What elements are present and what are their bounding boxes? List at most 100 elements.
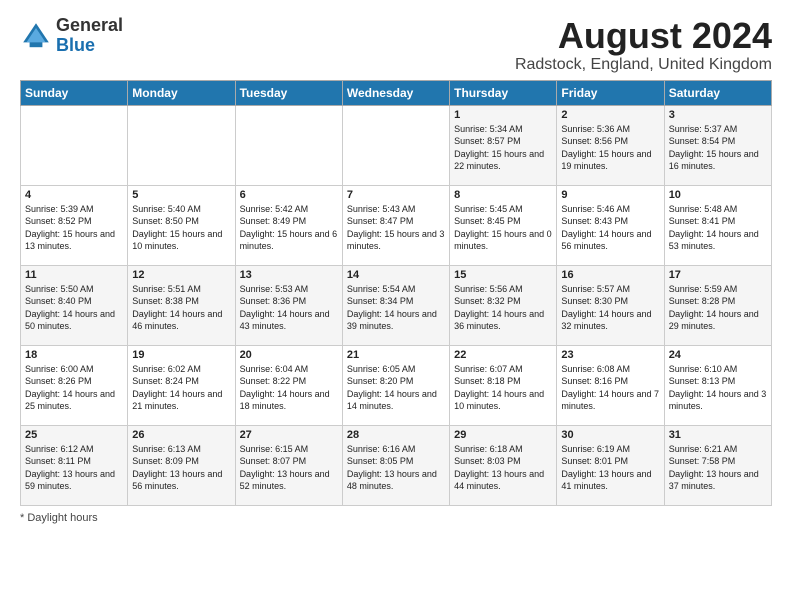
day-info: Sunrise: 5:56 AM Sunset: 8:32 PM Dayligh… [454, 283, 552, 333]
day-cell: 9Sunrise: 5:46 AM Sunset: 8:43 PM Daylig… [557, 185, 664, 265]
day-info: Sunrise: 6:07 AM Sunset: 8:18 PM Dayligh… [454, 363, 552, 413]
day-number: 7 [347, 189, 445, 201]
day-info: Sunrise: 6:08 AM Sunset: 8:16 PM Dayligh… [561, 363, 659, 413]
day-info: Sunrise: 5:34 AM Sunset: 8:57 PM Dayligh… [454, 123, 552, 173]
day-info: Sunrise: 5:51 AM Sunset: 8:38 PM Dayligh… [132, 283, 230, 333]
day-number: 29 [454, 429, 552, 441]
day-cell: 6Sunrise: 5:42 AM Sunset: 8:49 PM Daylig… [235, 185, 342, 265]
day-info: Sunrise: 5:36 AM Sunset: 8:56 PM Dayligh… [561, 123, 659, 173]
day-info: Sunrise: 6:05 AM Sunset: 8:20 PM Dayligh… [347, 363, 445, 413]
header: General Blue August 2024 Radstock, Engla… [20, 16, 772, 74]
day-number: 14 [347, 269, 445, 281]
day-info: Sunrise: 6:04 AM Sunset: 8:22 PM Dayligh… [240, 363, 338, 413]
header-row: SundayMondayTuesdayWednesdayThursdayFrid… [21, 80, 772, 105]
day-info: Sunrise: 6:19 AM Sunset: 8:01 PM Dayligh… [561, 443, 659, 493]
column-header-friday: Friday [557, 80, 664, 105]
day-number: 4 [25, 189, 123, 201]
week-row-3: 11Sunrise: 5:50 AM Sunset: 8:40 PM Dayli… [21, 265, 772, 345]
day-number: 17 [669, 269, 767, 281]
day-cell: 15 Sunrise: 5:56 AM Sunset: 8:32 PM Dayli… [450, 265, 557, 345]
day-number: 19 [132, 349, 230, 361]
column-header-saturday: Saturday [664, 80, 771, 105]
day-cell: 17 Sunrise: 5:59 AM Sunset: 8:28 PM Dayli… [664, 265, 771, 345]
day-cell: 28 Sunrise: 6:16 AM Sunset: 8:05 PM Dayli… [342, 425, 449, 505]
day-cell [128, 105, 235, 185]
day-number: 30 [561, 429, 659, 441]
day-number: 11 [25, 269, 123, 281]
day-info: Sunrise: 5:48 AM Sunset: 8:41 PM Dayligh… [669, 203, 767, 253]
day-cell: 21Sunrise: 6:05 AM Sunset: 8:20 PM Dayli… [342, 345, 449, 425]
day-cell: 30 Sunrise: 6:19 AM Sunset: 8:01 PM Dayli… [557, 425, 664, 505]
day-info: Sunrise: 5:57 AM Sunset: 8:30 PM Dayligh… [561, 283, 659, 333]
day-info: Sunrise: 5:53 AM Sunset: 8:36 PM Dayligh… [240, 283, 338, 333]
calendar-table: SundayMondayTuesdayWednesdayThursdayFrid… [20, 80, 772, 506]
day-cell: 13 Sunrise: 5:53 AM Sunset: 8:36 PM Dayli… [235, 265, 342, 345]
day-cell: 25Sunrise: 6:12 AM Sunset: 8:11 PM Dayli… [21, 425, 128, 505]
day-info: Sunrise: 6:02 AM Sunset: 8:24 PM Dayligh… [132, 363, 230, 413]
day-number: 24 [669, 349, 767, 361]
day-number: 16 [561, 269, 659, 281]
day-cell: 24Sunrise: 6:10 AM Sunset: 8:13 PM Dayli… [664, 345, 771, 425]
day-number: 15 [454, 269, 552, 281]
day-info: Sunrise: 5:39 AM Sunset: 8:52 PM Dayligh… [25, 203, 123, 253]
day-cell: 26Sunrise: 6:13 AM Sunset: 8:09 PM Dayli… [128, 425, 235, 505]
day-number: 22 [454, 349, 552, 361]
day-info: Sunrise: 6:16 AM Sunset: 8:05 PM Dayligh… [347, 443, 445, 493]
week-row-5: 25Sunrise: 6:12 AM Sunset: 8:11 PM Dayli… [21, 425, 772, 505]
day-cell: 16 Sunrise: 5:57 AM Sunset: 8:30 PM Dayli… [557, 265, 664, 345]
logo-text: General Blue [56, 16, 123, 56]
day-number: 3 [669, 109, 767, 121]
day-number: 31 [669, 429, 767, 441]
day-info: Sunrise: 6:00 AM Sunset: 8:26 PM Dayligh… [25, 363, 123, 413]
day-cell: 3 Sunrise: 5:37 AM Sunset: 8:54 PM Daylig… [664, 105, 771, 185]
day-number: 23 [561, 349, 659, 361]
day-info: Sunrise: 5:59 AM Sunset: 8:28 PM Dayligh… [669, 283, 767, 333]
day-info: Sunrise: 5:45 AM Sunset: 8:45 PM Dayligh… [454, 203, 552, 253]
day-cell [235, 105, 342, 185]
day-cell: 2 Sunrise: 5:36 AM Sunset: 8:56 PM Daylig… [557, 105, 664, 185]
day-cell: 10Sunrise: 5:48 AM Sunset: 8:41 PM Dayli… [664, 185, 771, 265]
day-info: Sunrise: 6:12 AM Sunset: 8:11 PM Dayligh… [25, 443, 123, 493]
day-cell: 19 Sunrise: 6:02 AM Sunset: 8:24 PM Dayli… [128, 345, 235, 425]
column-header-monday: Monday [128, 80, 235, 105]
day-cell: 5Sunrise: 5:40 AM Sunset: 8:50 PM Daylig… [128, 185, 235, 265]
title-block: August 2024 Radstock, England, United Ki… [515, 16, 772, 74]
footer-note: * Daylight hours [20, 512, 772, 524]
page: General Blue August 2024 Radstock, Engla… [0, 0, 792, 534]
logo-icon [20, 20, 52, 52]
day-info: Sunrise: 6:18 AM Sunset: 8:03 PM Dayligh… [454, 443, 552, 493]
column-header-sunday: Sunday [21, 80, 128, 105]
day-cell: 1 Sunrise: 5:34 AM Sunset: 8:57 PM Daylig… [450, 105, 557, 185]
day-number: 28 [347, 429, 445, 441]
day-info: Sunrise: 5:54 AM Sunset: 8:34 PM Dayligh… [347, 283, 445, 333]
day-number: 27 [240, 429, 338, 441]
day-info: Sunrise: 6:21 AM Sunset: 7:58 PM Dayligh… [669, 443, 767, 493]
day-cell: 22 Sunrise: 6:07 AM Sunset: 8:18 PM Dayli… [450, 345, 557, 425]
day-cell: 18Sunrise: 6:00 AM Sunset: 8:26 PM Dayli… [21, 345, 128, 425]
week-row-2: 4 Sunrise: 5:39 AM Sunset: 8:52 PM Daylig… [21, 185, 772, 265]
day-info: Sunrise: 5:37 AM Sunset: 8:54 PM Dayligh… [669, 123, 767, 173]
day-cell: 14 Sunrise: 5:54 AM Sunset: 8:34 PM Dayli… [342, 265, 449, 345]
day-cell [342, 105, 449, 185]
day-cell: 11Sunrise: 5:50 AM Sunset: 8:40 PM Dayli… [21, 265, 128, 345]
subtitle: Radstock, England, United Kingdom [515, 56, 772, 74]
day-info: Sunrise: 6:13 AM Sunset: 8:09 PM Dayligh… [132, 443, 230, 493]
logo: General Blue [20, 16, 123, 56]
day-number: 13 [240, 269, 338, 281]
day-number: 8 [454, 189, 552, 201]
day-info: Sunrise: 6:15 AM Sunset: 8:07 PM Dayligh… [240, 443, 338, 493]
main-title: August 2024 [515, 16, 772, 56]
day-info: Sunrise: 5:40 AM Sunset: 8:50 PM Dayligh… [132, 203, 230, 253]
day-cell: 8 Sunrise: 5:45 AM Sunset: 8:45 PM Daylig… [450, 185, 557, 265]
day-number: 2 [561, 109, 659, 121]
day-cell: 4 Sunrise: 5:39 AM Sunset: 8:52 PM Daylig… [21, 185, 128, 265]
day-cell [21, 105, 128, 185]
column-header-wednesday: Wednesday [342, 80, 449, 105]
column-header-tuesday: Tuesday [235, 80, 342, 105]
week-row-1: 1 Sunrise: 5:34 AM Sunset: 8:57 PM Daylig… [21, 105, 772, 185]
day-cell: 31 Sunrise: 6:21 AM Sunset: 7:58 PM Dayli… [664, 425, 771, 505]
column-header-thursday: Thursday [450, 80, 557, 105]
day-cell: 20Sunrise: 6:04 AM Sunset: 8:22 PM Dayli… [235, 345, 342, 425]
day-number: 1 [454, 109, 552, 121]
day-info: Sunrise: 5:43 AM Sunset: 8:47 PM Dayligh… [347, 203, 445, 253]
